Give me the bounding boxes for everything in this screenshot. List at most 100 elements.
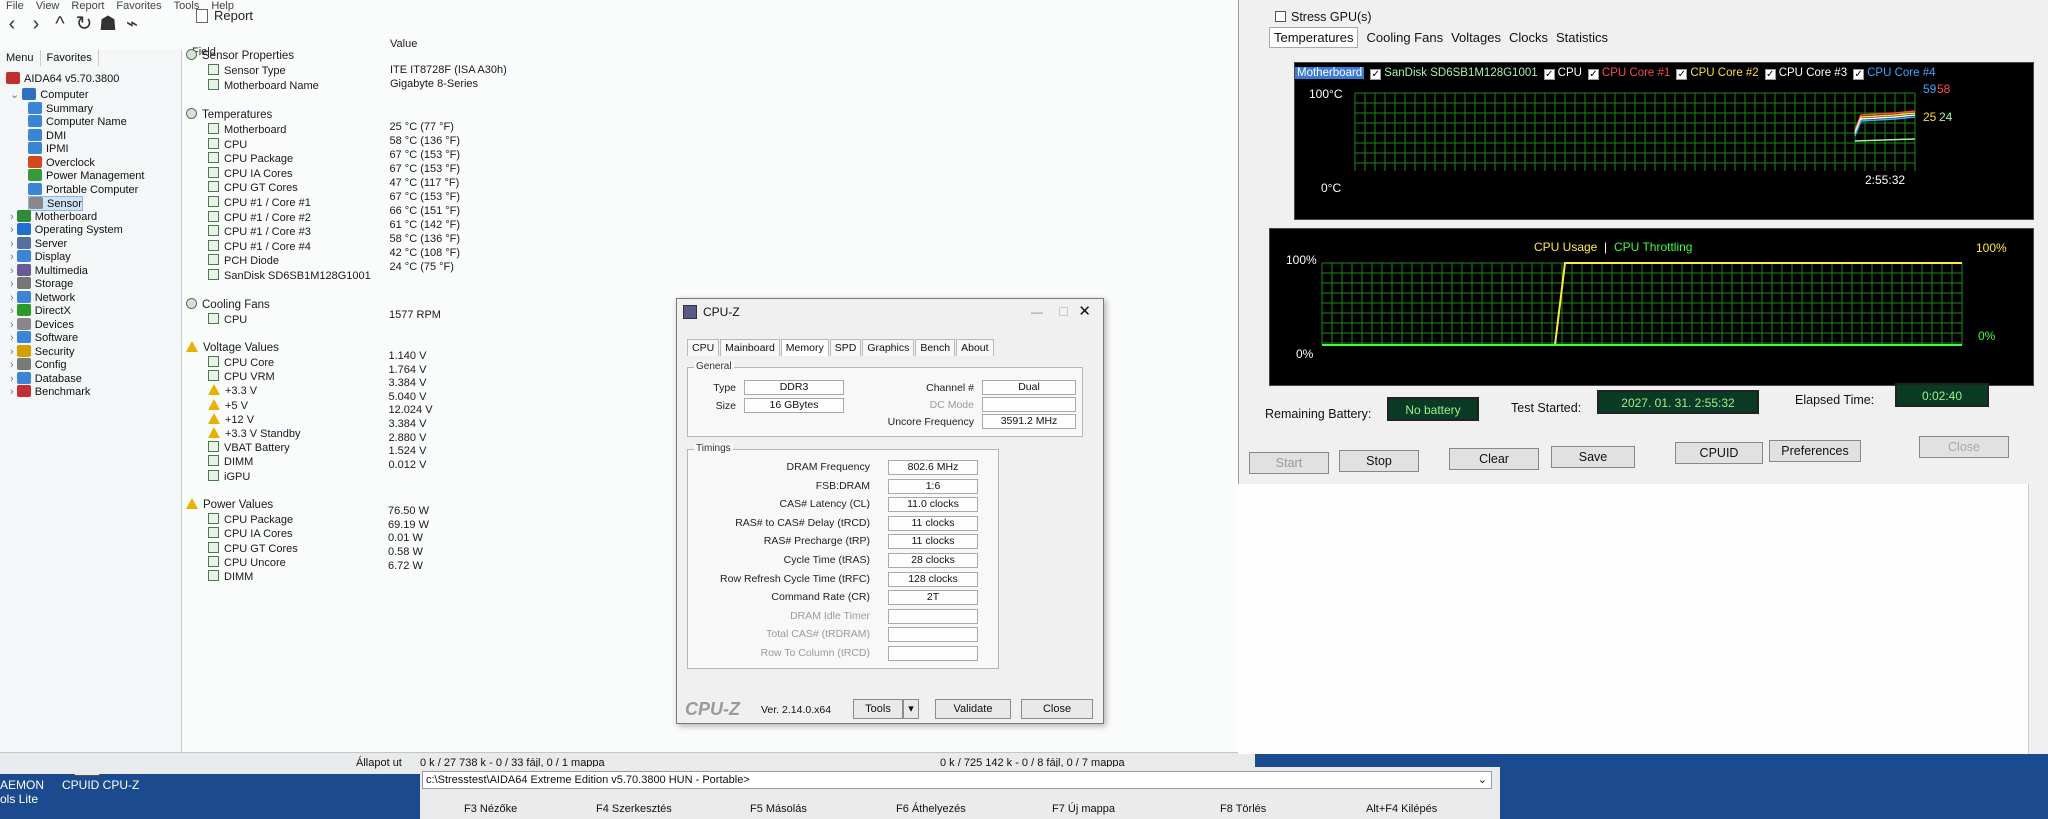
- cpuid-button[interactable]: CPUID: [1675, 442, 1763, 464]
- tab-cpu[interactable]: CPU: [687, 339, 720, 356]
- tools-button[interactable]: Tools: [853, 699, 903, 719]
- field-cell[interactable]: SanDisk SD6SB1M128G1001: [208, 269, 371, 282]
- taskbar-item-aemon[interactable]: AEMON ols Lite: [0, 778, 44, 806]
- field-cell[interactable]: CPU: [208, 312, 247, 326]
- tab-about[interactable]: About: [956, 339, 994, 356]
- chevron-right-icon[interactable]: ›: [10, 305, 17, 317]
- field-cell[interactable]: iGPU: [208, 469, 250, 483]
- forward-icon[interactable]: ›: [24, 12, 48, 36]
- chevron-right-icon[interactable]: ›: [10, 373, 17, 385]
- tab-cooling-fans[interactable]: Cooling Fans: [1366, 30, 1443, 45]
- tab-graphics[interactable]: Graphics: [862, 339, 915, 356]
- field-cell[interactable]: CPU Core: [208, 356, 274, 369]
- stop-button[interactable]: Stop: [1339, 450, 1419, 472]
- field-cell[interactable]: +12 V: [208, 412, 254, 426]
- field-cell[interactable]: CPU #1 / Core #4: [208, 239, 311, 253]
- field-cell[interactable]: CPU Package: [208, 512, 293, 526]
- function-key-button[interactable]: Alt+F4 Kilépés: [1366, 803, 1437, 815]
- field-cell[interactable]: +3.3 V: [208, 384, 257, 397]
- tree-item[interactable]: › Server: [10, 236, 67, 250]
- tree-item[interactable]: Portable Computer: [28, 182, 138, 196]
- tab-temperatures[interactable]: Temperatures: [1269, 27, 1359, 48]
- save-button[interactable]: Save: [1551, 446, 1635, 468]
- tab-bench[interactable]: Bench: [915, 339, 956, 356]
- tree-item[interactable]: Overclock: [28, 155, 95, 169]
- command-line[interactable]: c:\Stresstest\AIDA64 Extreme Edition v5.…: [422, 771, 1492, 789]
- tree-item[interactable]: › Config: [10, 358, 67, 371]
- field-cell[interactable]: VBAT Battery: [208, 441, 290, 454]
- tab-mainboard[interactable]: Mainboard: [720, 339, 780, 356]
- tab-statistics[interactable]: Statistics: [1556, 30, 1608, 45]
- tree-item[interactable]: › Benchmark: [10, 385, 90, 398]
- field-cell[interactable]: CPU: [208, 137, 247, 151]
- back-icon[interactable]: ‹: [0, 12, 24, 36]
- column-header-value[interactable]: Value: [390, 38, 417, 50]
- field-cell[interactable]: CPU Uncore: [208, 556, 286, 569]
- field-cell[interactable]: CPU GT Cores: [208, 541, 298, 555]
- tree-item[interactable]: › Display: [10, 250, 71, 263]
- menu-item[interactable]: File: [6, 0, 24, 12]
- chevron-down-icon[interactable]: ⌄: [10, 89, 22, 101]
- minimize-icon[interactable]: —: [1031, 299, 1043, 325]
- cpuz-close-button[interactable]: Close: [1021, 699, 1093, 719]
- field-cell[interactable]: CPU #1 / Core #1: [208, 196, 311, 209]
- tab-favorites[interactable]: Favorites: [41, 50, 99, 66]
- field-cell[interactable]: CPU GT Cores: [208, 181, 298, 194]
- field-cell[interactable]: PCH Diode: [208, 254, 279, 267]
- clear-button[interactable]: Clear: [1449, 448, 1539, 470]
- function-key-button[interactable]: F4 Szerkesztés: [596, 803, 672, 815]
- menu-item[interactable]: View: [36, 0, 60, 12]
- user-icon[interactable]: ☗: [96, 12, 120, 36]
- function-key-button[interactable]: F7 Új mappa: [1052, 803, 1115, 815]
- field-cell[interactable]: DIMM: [208, 570, 253, 583]
- field-cell[interactable]: CPU #1 / Core #2: [208, 210, 311, 224]
- function-key-button[interactable]: F3 Nézőke: [464, 803, 517, 815]
- preferences-button[interactable]: Preferences: [1769, 440, 1861, 462]
- field-cell[interactable]: +5 V: [208, 398, 248, 412]
- chevron-right-icon[interactable]: ›: [10, 332, 17, 344]
- tree-item[interactable]: › Motherboard: [10, 209, 97, 223]
- function-key-button[interactable]: F6 Áthelyezés: [896, 803, 966, 815]
- chevron-right-icon[interactable]: ›: [10, 346, 17, 358]
- field-cell[interactable]: Motherboard: [208, 123, 286, 136]
- field-cell[interactable]: +3.3 V Standby: [208, 427, 301, 440]
- scrollbar[interactable]: [2028, 484, 2048, 754]
- tree-item[interactable]: › Security: [10, 344, 74, 358]
- tab-memory[interactable]: Memory: [780, 339, 829, 356]
- chevron-right-icon[interactable]: ›: [10, 211, 17, 223]
- tree-item[interactable]: › Storage: [10, 277, 73, 290]
- tools-dropdown-icon[interactable]: ▾: [903, 699, 919, 719]
- tree-item[interactable]: ⌄ Computer: [10, 88, 89, 101]
- tree-item[interactable]: IPMI: [28, 142, 69, 155]
- field-cell[interactable]: Sensor Type: [208, 64, 286, 77]
- up-icon[interactable]: ^: [48, 12, 72, 36]
- menu-item[interactable]: Favorites: [116, 0, 161, 12]
- maximize-icon[interactable]: ☐: [1058, 299, 1069, 325]
- chevron-right-icon[interactable]: ›: [10, 265, 17, 277]
- tree-item[interactable]: Summary: [28, 101, 93, 115]
- field-cell[interactable]: CPU Package: [208, 152, 293, 165]
- cpuz-titlebar[interactable]: CPU-Z — ☐ ✕: [677, 299, 1103, 325]
- chevron-right-icon[interactable]: ›: [10, 292, 17, 304]
- tree-item[interactable]: › Operating System: [10, 223, 123, 236]
- field-cell[interactable]: Motherboard Name: [208, 79, 319, 92]
- tree-item[interactable]: › Multimedia: [10, 263, 88, 277]
- chevron-down-icon[interactable]: ⌄: [1478, 772, 1487, 788]
- report-button[interactable]: Report: [196, 8, 286, 36]
- tree-item[interactable]: › Software: [10, 331, 78, 344]
- tab-clocks[interactable]: Clocks: [1509, 30, 1548, 45]
- chevron-right-icon[interactable]: ›: [10, 251, 17, 263]
- tree-item[interactable]: › DirectX: [10, 304, 71, 317]
- chevron-right-icon[interactable]: ›: [10, 278, 17, 290]
- tree-item[interactable]: DMI: [28, 128, 66, 142]
- menu-item[interactable]: Report: [71, 0, 104, 12]
- tree-item[interactable]: Power Management: [28, 169, 144, 182]
- stress-gpu-checkbox[interactable]: [1275, 11, 1286, 22]
- stress-gpu-option[interactable]: Stress GPU(s): [1275, 10, 1372, 24]
- tree-item[interactable]: › Database: [10, 371, 82, 385]
- chevron-right-icon[interactable]: ›: [10, 238, 17, 250]
- chevron-right-icon[interactable]: ›: [10, 224, 17, 236]
- chevron-right-icon[interactable]: ›: [10, 386, 17, 398]
- chart-icon[interactable]: ⌁: [120, 12, 144, 36]
- refresh-icon[interactable]: ↻: [72, 12, 96, 36]
